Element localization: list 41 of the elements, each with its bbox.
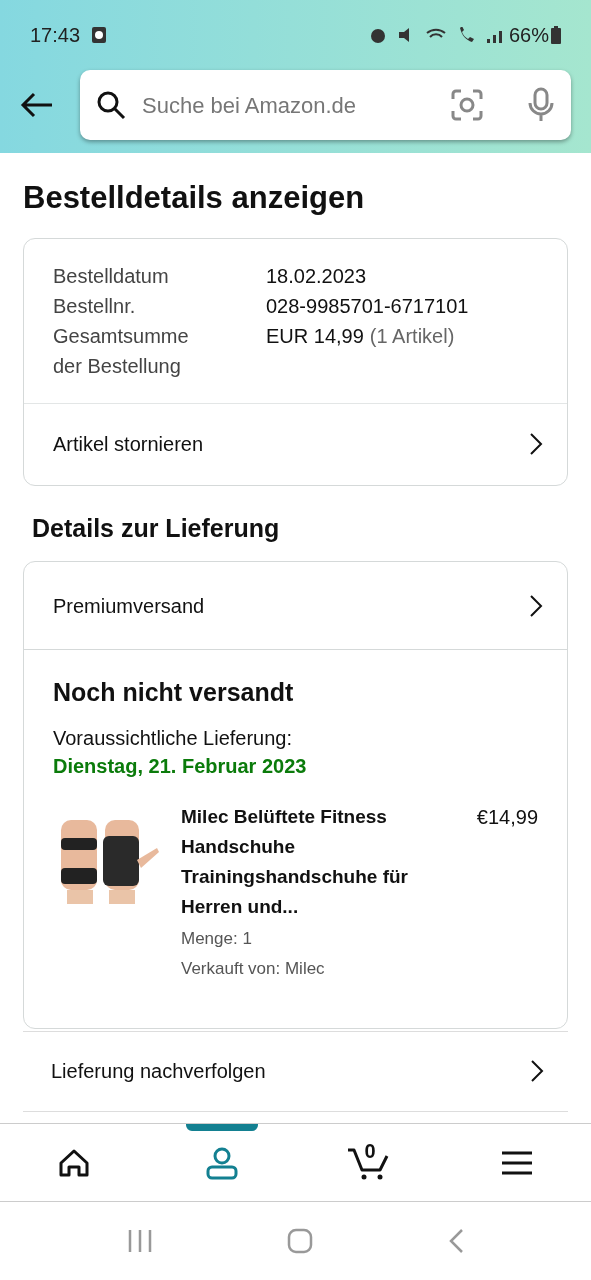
field-note: (1 Artikel) bbox=[369, 323, 455, 349]
shipping-row[interactable]: Premiumversand bbox=[24, 562, 567, 650]
back-arrow-icon[interactable] bbox=[20, 92, 54, 118]
chevron-right-icon bbox=[530, 1059, 544, 1083]
field-value: EUR 14,99 bbox=[266, 323, 364, 349]
cancel-items-row[interactable]: Artikel stornieren bbox=[24, 402, 567, 485]
field-label: Bestelldatum bbox=[53, 263, 169, 289]
search-icon bbox=[96, 90, 126, 120]
home-icon bbox=[57, 1147, 90, 1178]
product-price: €14,99 bbox=[476, 804, 538, 830]
back-icon[interactable] bbox=[447, 1228, 464, 1254]
field-value: 18.02.2023 bbox=[266, 263, 367, 289]
quantity: Menge: 1 bbox=[181, 927, 253, 950]
field-value: 028-9985701-6717101 bbox=[266, 293, 469, 319]
chevron-right-icon bbox=[529, 432, 543, 456]
delivery-estimate-label: Voraussichtliche Lieferung: bbox=[53, 725, 294, 751]
nav-tab[interactable]: 0 bbox=[295, 1124, 444, 1201]
seller: Verkauft von: Milec bbox=[181, 957, 326, 980]
person-icon bbox=[204, 1145, 239, 1180]
cart-count: 0 bbox=[364, 1140, 376, 1161]
field-label: Bestellnr. bbox=[53, 293, 136, 319]
action-row[interactable]: Lieferung nachverfolgen bbox=[23, 1031, 568, 1112]
product-title[interactable]: Milec Belüftete Fitness Handschuhe Trainingshandschuhe für Herren und... bbox=[181, 801, 413, 922]
status-time: 17:43 bbox=[30, 23, 81, 48]
clock-icon bbox=[92, 27, 107, 43]
page-title: Bestelldetails anzeigen bbox=[23, 179, 366, 217]
recent-apps-icon[interactable] bbox=[127, 1229, 154, 1253]
delivery-date: Dienstag, 21. Februar 2023 bbox=[53, 753, 308, 779]
microphone-icon[interactable] bbox=[527, 87, 555, 123]
search-input[interactable]: Suche bei Amazon.de bbox=[142, 88, 435, 122]
battery-icon bbox=[551, 26, 561, 44]
section-heading: Details zur Lieferung bbox=[32, 512, 281, 544]
field-label: Gesamtsumme der Bestellung bbox=[53, 323, 190, 379]
search-field[interactable]: Suche bei Amazon.de bbox=[80, 70, 571, 140]
menu-icon bbox=[501, 1150, 534, 1175]
chevron-right-icon bbox=[529, 593, 543, 618]
call-icon bbox=[458, 27, 475, 43]
shipment-status: Noch nicht versandt bbox=[53, 677, 295, 708]
home-button-icon[interactable] bbox=[287, 1228, 314, 1254]
battery-level: 66% bbox=[508, 23, 549, 48]
camera-scan-icon[interactable] bbox=[451, 89, 483, 121]
